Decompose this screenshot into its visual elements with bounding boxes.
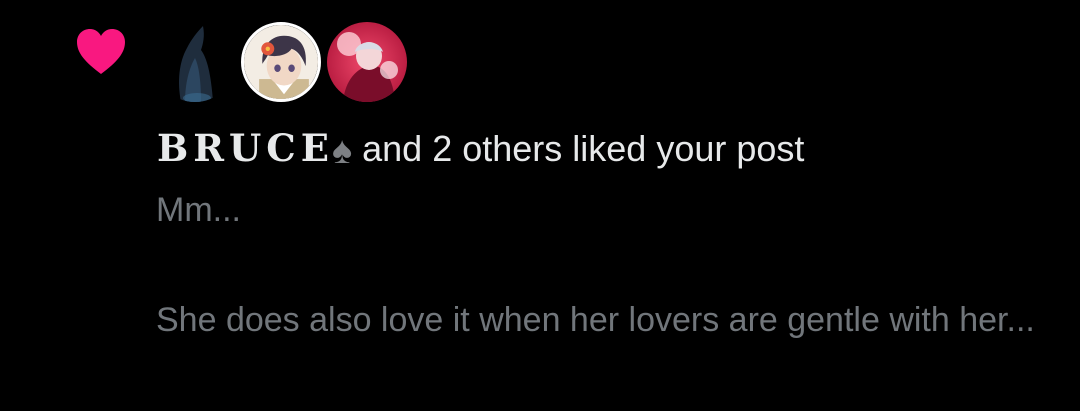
like-notification[interactable]: BRUCE♠ and 2 others liked your post Mm...… xyxy=(0,0,1080,411)
avatar-anime-red[interactable] xyxy=(327,22,407,102)
post-text-line: She does also love it when her lovers ar… xyxy=(156,301,1035,339)
avatar-hooded-figure[interactable] xyxy=(155,22,235,102)
avatar-anime-boy[interactable] xyxy=(241,22,321,102)
heart-icon xyxy=(77,29,125,74)
username-link[interactable]: BRUCE xyxy=(157,126,334,170)
spade-icon: ♠ xyxy=(331,130,353,172)
post-text-line: Mm... xyxy=(156,191,241,229)
notification-action-text: and 2 others liked your post xyxy=(362,128,805,169)
notification-headline: BRUCE♠ and 2 others liked your post xyxy=(157,124,804,175)
post-preview[interactable]: Mm... She does also love it when her lov… xyxy=(156,186,1056,344)
liker-avatars xyxy=(155,20,413,104)
